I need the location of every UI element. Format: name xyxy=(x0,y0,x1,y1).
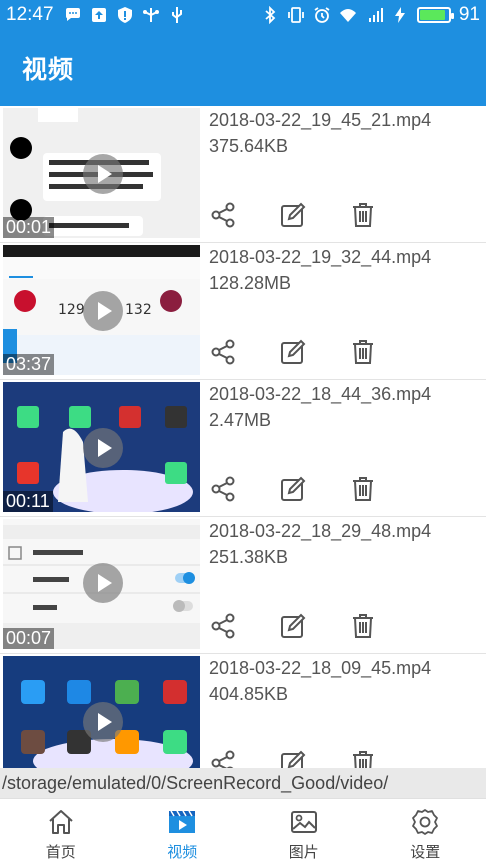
video-filesize: 2.47MB xyxy=(209,410,272,430)
nav-item-settings[interactable]: 设置 xyxy=(365,799,486,864)
trash-icon[interactable] xyxy=(350,339,376,365)
charging-icon xyxy=(394,7,405,23)
shield-icon xyxy=(117,7,132,23)
image-icon xyxy=(290,811,317,833)
video-thumbnail[interactable]: 129 132 03:37 xyxy=(3,245,200,375)
nav-item-images[interactable]: 图片 xyxy=(243,799,365,864)
trash-icon[interactable] xyxy=(350,476,376,502)
svg-text:132: 132 xyxy=(125,302,152,318)
edit-icon[interactable] xyxy=(280,613,306,639)
app-bar: 视频 xyxy=(0,30,486,106)
video-duration: 00:11 xyxy=(3,491,53,512)
signal-4g-icon xyxy=(368,8,383,22)
edit-icon[interactable] xyxy=(280,202,306,228)
play-icon[interactable] xyxy=(83,702,123,742)
nav-label-home: 首页 xyxy=(45,843,76,861)
video-filename[interactable]: 2018-03-22_19_45_21.mp4 xyxy=(209,110,431,131)
video-filename[interactable]: 2018-03-22_18_44_36.mp4 xyxy=(209,384,431,405)
video-filename[interactable]: 2018-03-22_18_09_45.mp4 xyxy=(209,658,431,679)
usb-icon xyxy=(171,7,182,23)
video-actions xyxy=(210,339,376,365)
chat-icon xyxy=(65,8,80,21)
share-icon[interactable] xyxy=(210,750,236,768)
nav-item-video[interactable]: 视频 xyxy=(122,799,244,864)
video-actions xyxy=(210,476,376,502)
home-icon xyxy=(49,810,73,834)
nav-label-images: 图片 xyxy=(288,843,319,861)
bottom-nav: 首页 视频 图片 设置 xyxy=(0,798,486,864)
edit-icon[interactable] xyxy=(280,750,306,768)
share-icon[interactable] xyxy=(210,476,236,502)
video-icon xyxy=(169,810,196,833)
vibrate-icon xyxy=(287,7,304,23)
battery-fill xyxy=(419,10,446,20)
video-item[interactable]: 00:11 2018-03-22_18_44_36.mp4 2.47MB xyxy=(0,380,486,517)
play-icon[interactable] xyxy=(83,563,123,603)
share-icon[interactable] xyxy=(210,613,236,639)
trash-icon[interactable] xyxy=(350,613,376,639)
svg-text:129: 129 xyxy=(58,302,85,318)
video-item[interactable]: 00:07 2018-03-22_18_29_48.mp4 251.38KB xyxy=(0,517,486,654)
video-item[interactable]: 2018-03-22_18_09_45.mp4 404.85KB xyxy=(0,654,486,768)
battery-indicator xyxy=(416,7,454,23)
wifi-icon xyxy=(339,9,356,22)
play-icon[interactable] xyxy=(83,291,123,331)
share-icon[interactable] xyxy=(210,339,236,365)
video-actions xyxy=(210,202,376,228)
video-duration: 03:37 xyxy=(3,354,55,375)
share-icon[interactable] xyxy=(210,202,236,228)
app-root: 12:47 91 视频 00:01 2018-03-22_19_45_21.mp… xyxy=(0,0,486,864)
video-duration: 00:07 xyxy=(3,628,55,649)
usb-fork-icon xyxy=(142,8,159,22)
video-list[interactable]: 00:01 2018-03-22_19_45_21.mp4 375.64KB 1… xyxy=(0,106,486,768)
nav-item-home[interactable]: 首页 xyxy=(0,799,122,864)
video-thumbnail[interactable] xyxy=(3,656,200,768)
bluetooth-icon xyxy=(265,6,276,24)
alarm-icon xyxy=(314,7,330,23)
video-filename[interactable]: 2018-03-22_18_29_48.mp4 xyxy=(209,521,431,542)
video-actions xyxy=(210,750,376,768)
video-item[interactable]: 129 132 03:37 2018-03-22_19_32_44.mp4 12… xyxy=(0,243,486,380)
edit-icon[interactable] xyxy=(280,339,306,365)
upload-icon xyxy=(91,8,106,22)
play-icon[interactable] xyxy=(83,154,123,194)
edit-icon[interactable] xyxy=(280,476,306,502)
status-bar: 12:47 91 xyxy=(0,0,486,30)
video-thumbnail[interactable]: 00:01 xyxy=(3,108,200,238)
trash-icon[interactable] xyxy=(350,202,376,228)
nav-label-video: 视频 xyxy=(167,843,198,861)
video-thumbnail[interactable]: 00:07 xyxy=(3,519,200,649)
battery-percent: 91 xyxy=(458,4,480,25)
video-filesize: 251.38KB xyxy=(209,547,289,567)
settings-icon xyxy=(412,809,439,835)
page-title: 视频 xyxy=(22,55,75,84)
video-thumbnail[interactable]: 00:11 xyxy=(3,382,200,512)
video-item[interactable]: 00:01 2018-03-22_19_45_21.mp4 375.64KB xyxy=(0,106,486,243)
video-filesize: 375.64KB xyxy=(209,136,289,156)
status-left-icons xyxy=(64,6,186,24)
play-icon[interactable] xyxy=(83,428,123,468)
status-time: 12:47 xyxy=(6,4,54,25)
trash-icon[interactable] xyxy=(350,750,376,768)
video-filename[interactable]: 2018-03-22_19_32_44.mp4 xyxy=(209,247,431,268)
storage-path: /storage/emulated/0/ScreenRecord_Good/vi… xyxy=(0,768,486,798)
video-filesize: 404.85KB xyxy=(209,684,289,704)
nav-label-settings: 设置 xyxy=(410,843,441,861)
video-actions xyxy=(210,613,376,639)
video-filesize: 128.28MB xyxy=(209,273,292,293)
video-duration: 00:01 xyxy=(3,217,55,238)
status-right-icons: 91 xyxy=(261,4,480,26)
